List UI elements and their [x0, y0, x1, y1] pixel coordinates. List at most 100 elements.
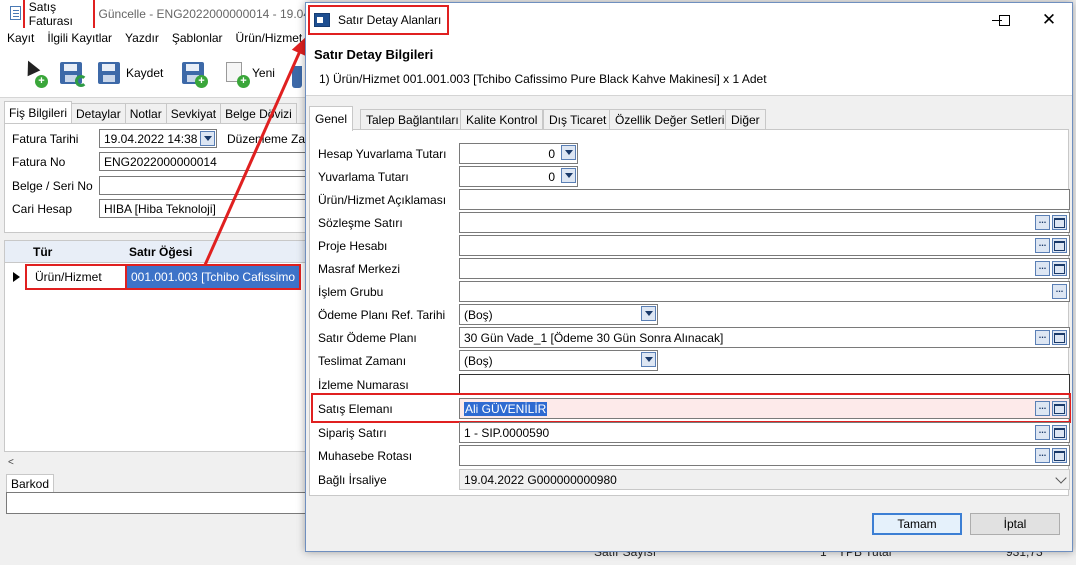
ellipsis-icon[interactable] — [1035, 401, 1050, 416]
chevron-down-icon[interactable] — [1055, 472, 1067, 484]
cell-satir-ogesi[interactable]: 001.001.003 [Tchibo Cafissimo ... — [125, 264, 301, 290]
satis-elemani-value: Ali GÜVENİLİR — [464, 401, 548, 416]
tab-notlar[interactable]: Notlar — [124, 103, 167, 123]
scroll-left-icon[interactable]: < — [8, 457, 14, 468]
hesap-yuvarlama-value: 0 — [548, 146, 555, 161]
menu-kayit[interactable]: Kayıt — [7, 31, 34, 45]
proje-input[interactable] — [459, 235, 1070, 256]
yuvarlama-stepper[interactable]: 0 — [459, 166, 578, 187]
ellipsis-icon[interactable] — [1052, 284, 1067, 299]
bg-window-title: Satış Faturası — [22, 0, 95, 32]
col-satir-ogesi[interactable]: Satır Öğesi — [129, 245, 192, 259]
horizontal-scrollbar[interactable]: < — [4, 455, 310, 469]
line-detail-dialog: Satır Detay Alanları ✕ Satır Detay Bilgi… — [305, 2, 1073, 552]
masraf-label: Masraf Merkezi — [318, 262, 401, 276]
fatura-no-field[interactable]: ENG2022000000014 — [99, 152, 311, 171]
cell-tur[interactable]: Ürün/Hizmet — [25, 264, 129, 290]
col-tur[interactable]: Tür — [33, 245, 52, 259]
save-refresh-icon — [58, 58, 87, 88]
belge-field[interactable] — [99, 176, 311, 195]
hesap-yuvarlama-stepper[interactable]: 0 — [459, 143, 578, 164]
list-icon[interactable] — [1052, 261, 1067, 276]
tab-genel[interactable]: Genel — [309, 106, 354, 131]
cari-label: Cari Hesap — [12, 202, 73, 216]
satis-elemani-label: Satış Elemanı — [318, 402, 393, 416]
new-button[interactable]: + Yeni — [222, 56, 275, 90]
ellipsis-icon[interactable] — [1035, 215, 1050, 230]
ellipsis-icon[interactable] — [1035, 261, 1050, 276]
header-title: Satır Detay Bilgileri — [314, 47, 434, 62]
yuvarlama-label: Yuvarlama Tutarı — [318, 170, 409, 184]
fatura-tarihi-field[interactable]: 19.04.2022 14:38 — [99, 129, 217, 148]
aciklama-input[interactable] — [459, 189, 1070, 210]
row-izleme: İzleme Numarası — [315, 374, 1070, 395]
ellipsis-icon[interactable] — [1035, 425, 1050, 440]
menu-ilgili-kayitlar[interactable]: İlgili Kayıtlar — [47, 31, 112, 45]
cancel-button[interactable]: İptal — [970, 513, 1060, 535]
ellipsis-icon[interactable] — [1035, 448, 1050, 463]
tab-diger[interactable]: Diğer — [725, 109, 766, 130]
tab-kalite-kontrol[interactable]: Kalite Kontrol — [460, 109, 544, 130]
tab-dis-ticaret[interactable]: Dış Ticaret — [543, 109, 613, 130]
izleme-input[interactable] — [459, 374, 1070, 395]
save-button[interactable]: Kaydet — [96, 56, 163, 90]
row-muhasebe: Muhasebe Rotası — [315, 445, 1070, 466]
chevron-down-icon[interactable] — [641, 352, 656, 367]
islem-grubu-label: İşlem Grubu — [318, 285, 384, 299]
cari-value: HIBA [Hiba Teknoloji] — [104, 201, 216, 216]
tab-fis-bilgileri[interactable]: Fiş Bilgileri — [4, 101, 73, 123]
siparis-input[interactable]: 1 - SIP.0000590 — [459, 422, 1070, 443]
sozlesme-input[interactable] — [459, 212, 1070, 233]
bg-invoice-form: Fatura Tarihi 19.04.2022 14:38 Düzenleme… — [4, 123, 311, 233]
duzenleme-label: Düzenleme Zar — [227, 132, 310, 146]
close-button[interactable]: ✕ — [1034, 9, 1064, 31]
invoice-lines-grid: Tür Satır Öğesi Ürün/Hizmet 001.001.003 … — [4, 240, 310, 452]
maximize-button[interactable] — [989, 9, 1019, 31]
ok-button[interactable]: Tamam — [872, 513, 962, 535]
bg-window-subtitle: Güncelle - ENG2022000000014 - 19.04 — [98, 7, 310, 21]
tab-ozellik-deger-setleri[interactable]: Özellik Değer Setleri — [609, 109, 731, 130]
list-icon[interactable] — [1052, 401, 1067, 416]
tab-sevkiyat[interactable]: Sevkiyat — [165, 103, 222, 123]
save-new-button[interactable]: + — [180, 56, 208, 90]
ellipsis-icon[interactable] — [1035, 238, 1050, 253]
list-icon[interactable] — [1052, 238, 1067, 253]
odeme-ref-value: (Boş) — [464, 307, 493, 322]
satir-odeme-input[interactable]: 30 Gün Vade_1 [Ödeme 30 Gün Sonra Alınac… — [459, 327, 1070, 348]
bg-toolbar: + Kaydet + + Yeni — [0, 48, 310, 98]
save-refresh-button[interactable] — [58, 56, 87, 90]
menu-sablonlar[interactable]: Şablonlar — [172, 31, 223, 45]
hesap-yuvarlama-label: Hesap Yuvarlama Tutarı — [318, 147, 447, 161]
teslimat-select[interactable]: (Boş) — [459, 350, 658, 371]
tab-belge-dovizi[interactable]: Belge Dövizi — [220, 103, 297, 123]
izleme-label: İzleme Numarası — [318, 378, 409, 392]
menu-urun-hizmet[interactable]: Ürün/Hizmet — [236, 31, 303, 45]
tab-detaylar[interactable]: Detaylar — [71, 103, 126, 123]
list-icon[interactable] — [1052, 425, 1067, 440]
bg-titlebar: Satış Faturası Güncelle - ENG20220000000… — [0, 0, 310, 32]
list-icon[interactable] — [1052, 330, 1067, 345]
masraf-input[interactable] — [459, 258, 1070, 279]
chevron-down-icon[interactable] — [641, 306, 656, 321]
satir-odeme-label: Satır Ödeme Planı — [318, 331, 417, 345]
new-document-icon: + — [222, 58, 250, 88]
satis-elemani-input[interactable]: Ali GÜVENİLİR — [459, 398, 1070, 419]
list-icon[interactable] — [1052, 448, 1067, 463]
aciklama-label: Ürün/Hizmet Açıklaması — [318, 193, 447, 207]
table-row[interactable]: Ürün/Hizmet 001.001.003 [Tchibo Cafissim… — [5, 264, 310, 290]
islem-grubu-input[interactable] — [459, 281, 1070, 302]
barkod-input[interactable] — [6, 492, 310, 514]
tab-barkod[interactable]: Barkod — [6, 474, 55, 492]
menu-yazdir[interactable]: Yazdır — [125, 31, 159, 45]
cari-field[interactable]: HIBA [Hiba Teknoloji] — [99, 199, 311, 218]
chevron-down-icon[interactable] — [561, 145, 576, 160]
list-icon[interactable] — [1052, 215, 1067, 230]
chevron-down-icon[interactable] — [200, 131, 215, 146]
ellipsis-icon[interactable] — [1035, 330, 1050, 345]
add-pointer-button[interactable]: + — [20, 56, 48, 90]
tab-talep-baglantilari[interactable]: Talep Bağlantıları — [360, 109, 465, 130]
odeme-ref-select[interactable]: (Boş) — [459, 304, 658, 325]
chevron-down-icon[interactable] — [561, 168, 576, 183]
muhasebe-input[interactable] — [459, 445, 1070, 466]
bagli-irsaliye-select[interactable]: 19.04.2022 G000000000980 — [459, 469, 1070, 490]
